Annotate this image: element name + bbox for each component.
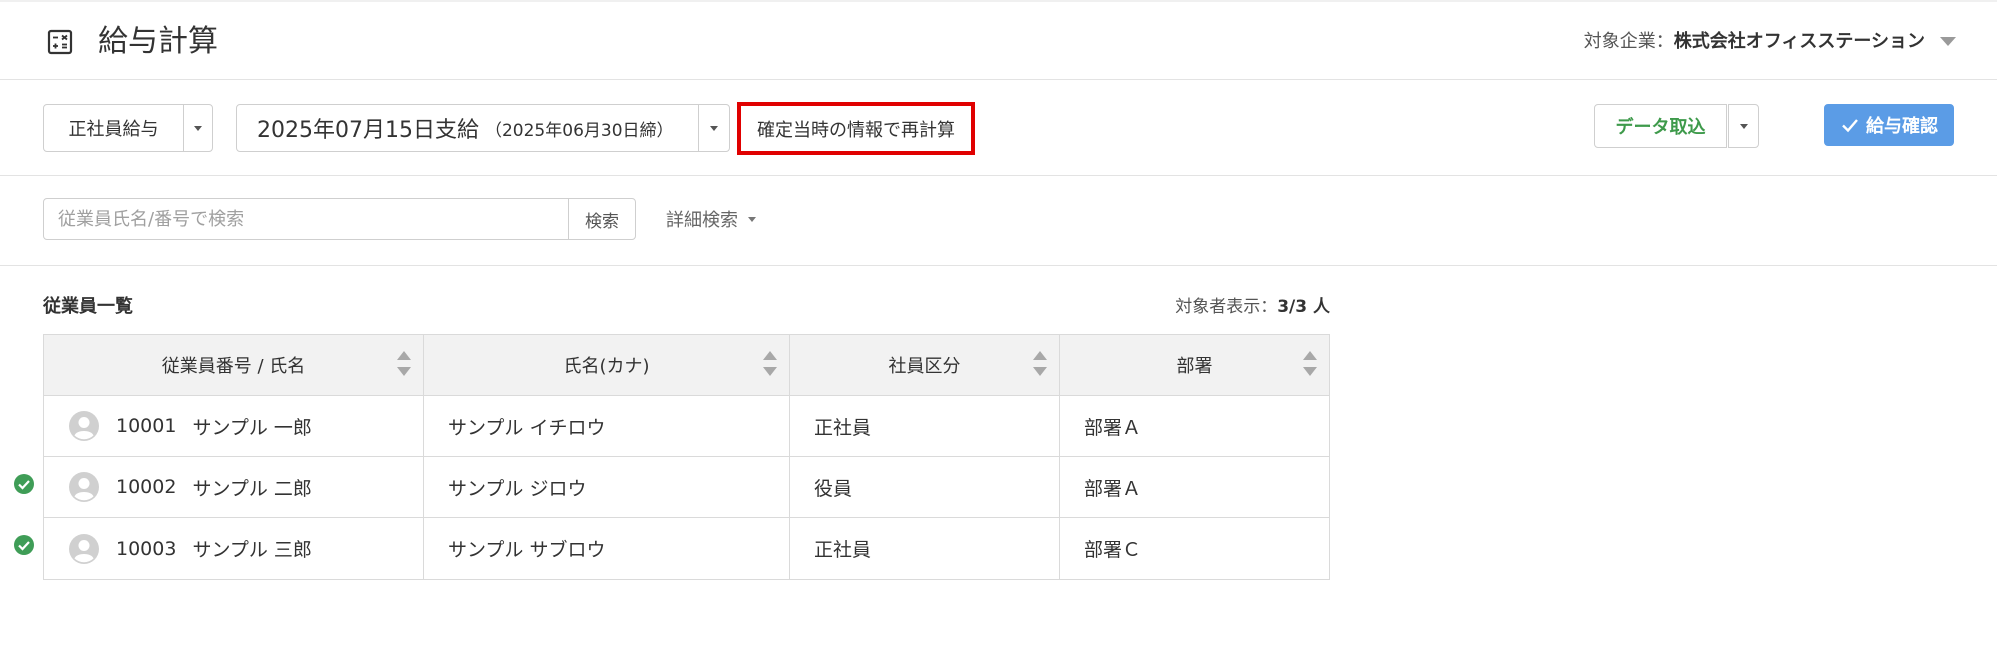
employee-cell[interactable]: 10002 サンプル 二郎 <box>44 457 424 517</box>
table-row[interactable]: 10001 サンプル 一郎 サンプル イチロウ 正社員 部署Ａ <box>44 396 1329 457</box>
employee-kana: サンプル サブロウ <box>424 518 790 579</box>
employee-name: サンプル 一郎 <box>192 416 312 439</box>
chevron-down-icon <box>710 125 718 131</box>
calculator-icon <box>47 29 73 55</box>
data-import-dropdown-button[interactable] <box>1728 104 1759 148</box>
employee-department: 部署Ｃ <box>1084 539 1142 561</box>
pay-period-dropdown-button[interactable] <box>698 104 730 152</box>
closing-date: （2025年06月30日締） <box>484 120 674 141</box>
payroll-confirm-label: 給与確認 <box>1866 116 1938 137</box>
employee-type: 役員 <box>790 457 1060 517</box>
avatar-icon <box>69 533 99 564</box>
data-import-button[interactable]: データ取込 <box>1594 104 1727 148</box>
column-header-label: 氏名(カナ) <box>563 356 650 377</box>
avatar-icon <box>69 411 99 441</box>
employee-table: 従業員番号 / 氏名 氏名(カナ) 社員区分 部署 10001 サンプル 一郎 … <box>43 334 1330 580</box>
toolbar: 正社員給与 2025年07月15日支給 （2025年06月30日締） 確定当時の情… <box>0 80 1997 176</box>
column-header-number-name[interactable]: 従業員番号 / 氏名 <box>44 335 424 395</box>
employee-count-value: 3/3 人 <box>1277 297 1330 317</box>
column-header-label: 従業員番号 / 氏名 <box>161 356 306 377</box>
sort-icon[interactable] <box>397 351 411 379</box>
sort-icon[interactable] <box>1303 351 1317 379</box>
search-bar: 検索 詳細検索 <box>0 176 1997 266</box>
employee-number: 10003 <box>116 537 177 560</box>
table-row[interactable]: 10003 サンプル 三郎 サンプル サブロウ 正社員 部署Ｃ <box>44 518 1329 579</box>
advanced-search-label: 詳細検索 <box>666 210 738 231</box>
company-dropdown-icon[interactable] <box>1940 37 1956 46</box>
employee-list-title: 従業員一覧 <box>43 296 133 317</box>
employee-cell[interactable]: 10001 サンプル 一郎 <box>44 396 424 456</box>
avatar-icon <box>69 472 99 502</box>
employee-number: 10001 <box>116 415 177 437</box>
employee-cell[interactable]: 10003 サンプル 三郎 <box>44 518 424 579</box>
target-company-label: 対象企業： <box>1583 31 1674 52</box>
target-company-selector[interactable]: 対象企業：株式会社オフィスステーション <box>1584 29 1925 55</box>
chevron-down-icon <box>1739 123 1748 129</box>
pay-period-select[interactable]: 2025年07月15日支給 （2025年06月30日締） <box>236 104 699 152</box>
pay-date: 2025年07月15日支給 <box>257 118 479 143</box>
chevron-down-icon <box>748 216 756 222</box>
employee-name: サンプル 二郎 <box>192 477 312 500</box>
target-company-name: 株式会社オフィスステーション <box>1673 31 1925 52</box>
employee-type: 正社員 <box>790 396 1060 456</box>
column-header-employee-type[interactable]: 社員区分 <box>790 335 1060 395</box>
column-header-department[interactable]: 部署 <box>1060 335 1329 395</box>
column-header-kana[interactable]: 氏名(カナ) <box>424 335 790 395</box>
search-button[interactable]: 検索 <box>568 198 636 240</box>
employee-department: 部署Ａ <box>1084 416 1142 439</box>
employee-department: 部署Ａ <box>1084 477 1142 500</box>
sort-icon[interactable] <box>763 351 777 379</box>
table-header: 従業員番号 / 氏名 氏名(カナ) 社員区分 部署 <box>44 335 1329 396</box>
employee-kana: サンプル ジロウ <box>424 457 790 517</box>
employee-count-label: 対象者表示： <box>1175 297 1278 317</box>
page-header: 給与計算 対象企業：株式会社オフィスステーション <box>0 0 1997 80</box>
advanced-search-toggle[interactable]: 詳細検索 <box>666 206 756 232</box>
chevron-down-icon <box>194 125 202 131</box>
employee-type: 正社員 <box>790 518 1060 579</box>
column-header-label: 社員区分 <box>888 356 961 377</box>
pay-type-select[interactable]: 正社員給与 <box>43 104 184 152</box>
employee-search-input[interactable] <box>43 198 569 240</box>
employee-name: サンプル 三郎 <box>192 539 312 561</box>
confirmed-check-icon <box>14 474 34 494</box>
recalculate-button[interactable]: 確定当時の情報で再計算 <box>737 102 975 155</box>
page-title: 給与計算 <box>98 24 218 59</box>
employee-kana: サンプル イチロウ <box>424 396 790 456</box>
pay-type-dropdown-button[interactable] <box>183 104 213 152</box>
employee-number: 10002 <box>116 476 177 498</box>
sort-icon[interactable] <box>1033 351 1047 379</box>
check-icon <box>1842 119 1858 133</box>
confirmed-check-icon <box>14 535 34 555</box>
payroll-confirm-button[interactable]: 給与確認 <box>1824 104 1954 146</box>
table-row[interactable]: 10002 サンプル 二郎 サンプル ジロウ 役員 部署Ａ <box>44 457 1329 518</box>
employee-count: 対象者表示：3/3 人 <box>1040 292 1330 317</box>
column-header-label: 部署 <box>1176 356 1213 377</box>
